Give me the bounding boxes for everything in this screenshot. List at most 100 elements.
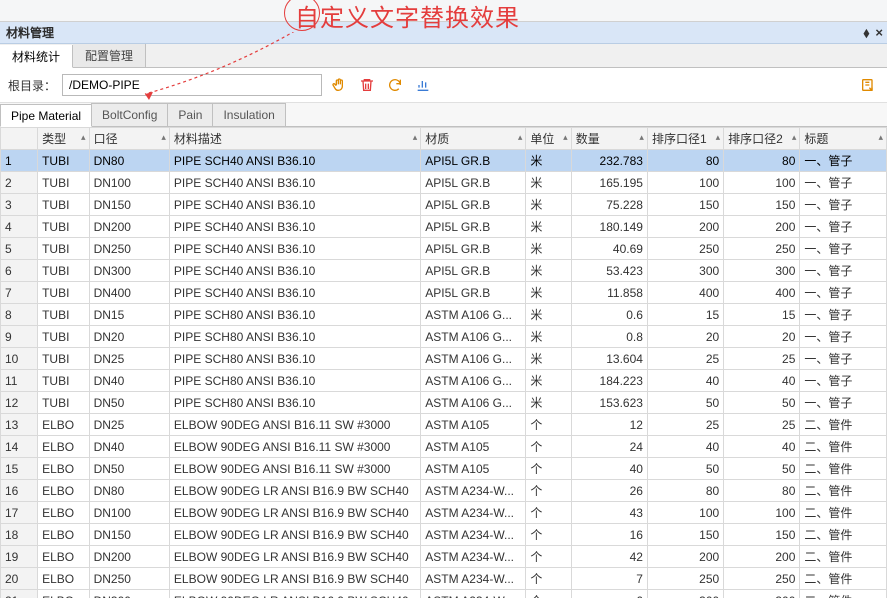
table-row[interactable]: 1TUBIDN80PIPE SCH40 ANSI B36.10API5L GR.… <box>1 150 887 172</box>
col-header-sort2[interactable]: 排序口径2▴ <box>724 128 800 150</box>
col-header-dia[interactable]: 口径▴ <box>89 128 169 150</box>
cell: ASTM A106 G... <box>421 348 526 370</box>
table-row[interactable]: 10TUBIDN25PIPE SCH80 ANSI B36.10ASTM A10… <box>1 348 887 370</box>
table-row[interactable]: 14ELBODN40ELBOW 90DEG ANSI B16.11 SW #30… <box>1 436 887 458</box>
table-row[interactable]: 15ELBODN50ELBOW 90DEG ANSI B16.11 SW #30… <box>1 458 887 480</box>
col-header-rownum[interactable] <box>1 128 38 150</box>
cell: 一、管子 <box>800 150 887 172</box>
table-row[interactable]: 19ELBODN200ELBOW 90DEG LR ANSI B16.9 BW … <box>1 546 887 568</box>
cell: 250 <box>647 568 723 590</box>
cell: 米 <box>526 392 571 414</box>
cell: 150 <box>647 194 723 216</box>
header-row: 类型▴口径▴材料描述▴材质▴单位▴数量▴排序口径1▴排序口径2▴标题▴ <box>1 128 887 150</box>
cell: 个 <box>526 568 571 590</box>
cell: 75.228 <box>571 194 647 216</box>
sub-tab-1[interactable]: BoltConfig <box>91 103 168 126</box>
cell: TUBI <box>38 282 90 304</box>
col-header-type[interactable]: 类型▴ <box>38 128 90 150</box>
table-row[interactable]: 18ELBODN150ELBOW 90DEG LR ANSI B16.9 BW … <box>1 524 887 546</box>
cell: 13 <box>1 414 38 436</box>
cell: 6 <box>1 260 38 282</box>
cell: 一、管子 <box>800 304 887 326</box>
cell: 一、管子 <box>800 348 887 370</box>
hand-icon[interactable] <box>328 74 350 96</box>
table-row[interactable]: 2TUBIDN100PIPE SCH40 ANSI B36.10API5L GR… <box>1 172 887 194</box>
chart-icon[interactable] <box>412 74 434 96</box>
cell: 232.783 <box>571 150 647 172</box>
col-header-unit[interactable]: 单位▴ <box>526 128 571 150</box>
col-header-sort1[interactable]: 排序口径1▴ <box>647 128 723 150</box>
table-row[interactable]: 20ELBODN250ELBOW 90DEG LR ANSI B16.9 BW … <box>1 568 887 590</box>
table-row[interactable]: 8TUBIDN15PIPE SCH80 ANSI B36.10ASTM A106… <box>1 304 887 326</box>
cell: ASTM A106 G... <box>421 392 526 414</box>
data-grid: 类型▴口径▴材料描述▴材质▴单位▴数量▴排序口径1▴排序口径2▴标题▴ 1TUB… <box>0 127 887 598</box>
pin-icon[interactable]: ⬧ <box>864 25 870 41</box>
cell: 300 <box>647 590 723 599</box>
cell: DN200 <box>89 546 169 568</box>
cell: 7 <box>1 282 38 304</box>
cell: 一、管子 <box>800 194 887 216</box>
table-row[interactable]: 4TUBIDN200PIPE SCH40 ANSI B36.10API5L GR… <box>1 216 887 238</box>
table-row[interactable]: 21ELBODN300ELBOW 90DEG LR ANSI B16.9 BW … <box>1 590 887 599</box>
table-row[interactable]: 3TUBIDN150PIPE SCH40 ANSI B36.10API5L GR… <box>1 194 887 216</box>
table-row[interactable]: 13ELBODN25ELBOW 90DEG ANSI B16.11 SW #30… <box>1 414 887 436</box>
cell: 19 <box>1 546 38 568</box>
cell: ELBO <box>38 502 90 524</box>
cell: 16 <box>1 480 38 502</box>
cell: 个 <box>526 480 571 502</box>
cell: DN150 <box>89 524 169 546</box>
cell: 14 <box>1 436 38 458</box>
col-header-title[interactable]: 标题▴ <box>800 128 887 150</box>
cell: 200 <box>724 546 800 568</box>
cell: PIPE SCH40 ANSI B36.10 <box>169 238 420 260</box>
cell: 8 <box>1 304 38 326</box>
cell: 15 <box>647 304 723 326</box>
cell: DN50 <box>89 458 169 480</box>
table-row[interactable]: 6TUBIDN300PIPE SCH40 ANSI B36.10API5L GR… <box>1 260 887 282</box>
table-row[interactable]: 11TUBIDN40PIPE SCH80 ANSI B36.10ASTM A10… <box>1 370 887 392</box>
cell: API5L GR.B <box>421 150 526 172</box>
col-header-desc[interactable]: 材料描述▴ <box>169 128 420 150</box>
cell: DN25 <box>89 348 169 370</box>
cell: 300 <box>724 590 800 599</box>
cell: 400 <box>724 282 800 304</box>
cell: TUBI <box>38 172 90 194</box>
cell: 米 <box>526 238 571 260</box>
close-icon[interactable]: × <box>875 25 883 40</box>
grid-wrap[interactable]: 类型▴口径▴材料描述▴材质▴单位▴数量▴排序口径1▴排序口径2▴标题▴ 1TUB… <box>0 127 887 598</box>
inner-tab-1[interactable]: 配置管理 <box>73 44 146 67</box>
cell: ELBO <box>38 414 90 436</box>
cell: 42 <box>571 546 647 568</box>
sort-glyph-icon: ▴ <box>878 132 883 143</box>
col-header-mat[interactable]: 材质▴ <box>421 128 526 150</box>
root-label: 根目录： <box>8 77 56 94</box>
cell: 二、管件 <box>800 436 887 458</box>
sort-glyph-icon: ▴ <box>518 132 523 143</box>
cell: DN150 <box>89 194 169 216</box>
sub-tab-2[interactable]: Pain <box>167 103 213 126</box>
cell: 400 <box>647 282 723 304</box>
trash-icon[interactable] <box>356 74 378 96</box>
table-row[interactable]: 7TUBIDN400PIPE SCH40 ANSI B36.10API5L GR… <box>1 282 887 304</box>
cell: PIPE SCH80 ANSI B36.10 <box>169 348 420 370</box>
table-row[interactable]: 9TUBIDN20PIPE SCH80 ANSI B36.10ASTM A106… <box>1 326 887 348</box>
cell: 个 <box>526 458 571 480</box>
sub-tab-0[interactable]: Pipe Material <box>0 104 92 127</box>
sort-glyph-icon: ▴ <box>792 132 797 143</box>
table-row[interactable]: 12TUBIDN50PIPE SCH80 ANSI B36.10ASTM A10… <box>1 392 887 414</box>
cell: PIPE SCH80 ANSI B36.10 <box>169 304 420 326</box>
cell: 153.623 <box>571 392 647 414</box>
refresh-icon[interactable] <box>384 74 406 96</box>
sub-tab-3[interactable]: Insulation <box>212 103 285 126</box>
col-header-qty[interactable]: 数量▴ <box>571 128 647 150</box>
cell: TUBI <box>38 304 90 326</box>
table-row[interactable]: 5TUBIDN250PIPE SCH40 ANSI B36.10API5L GR… <box>1 238 887 260</box>
table-row[interactable]: 17ELBODN100ELBOW 90DEG LR ANSI B16.9 BW … <box>1 502 887 524</box>
export-icon[interactable] <box>857 74 879 96</box>
cell: PIPE SCH40 ANSI B36.10 <box>169 150 420 172</box>
table-row[interactable]: 16ELBODN80ELBOW 90DEG LR ANSI B16.9 BW S… <box>1 480 887 502</box>
root-input[interactable] <box>62 74 322 96</box>
cell: 43 <box>571 502 647 524</box>
cell: 11 <box>1 370 38 392</box>
inner-tab-0[interactable]: 材料统计 <box>0 45 73 68</box>
